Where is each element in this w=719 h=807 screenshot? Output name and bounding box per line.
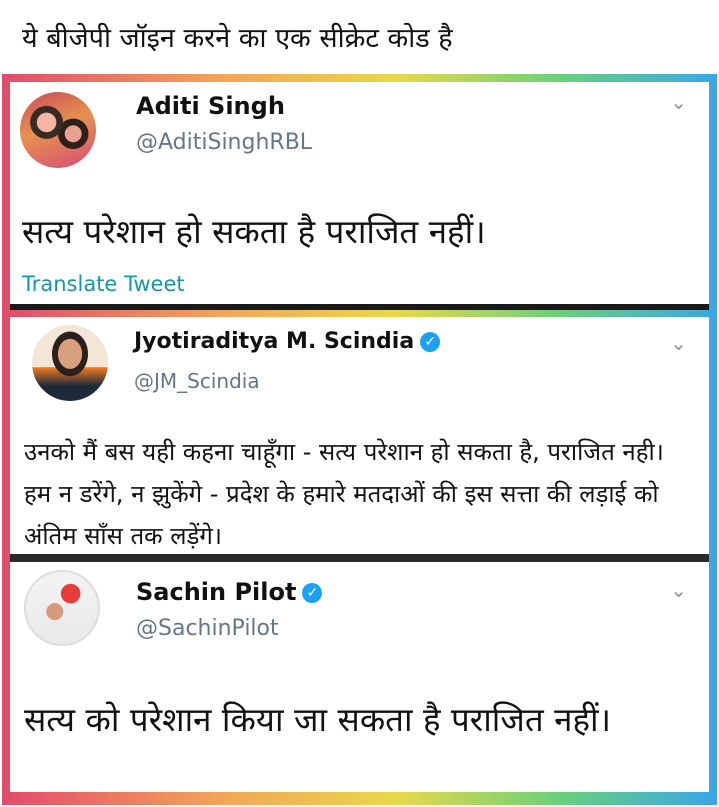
divider bbox=[10, 554, 709, 562]
divider bbox=[10, 304, 709, 310]
user-name-text: Jyotiraditya M. Scindia bbox=[134, 329, 415, 354]
user-name-text: Sachin Pilot bbox=[136, 578, 297, 606]
post-caption: ये बीजेपी जॉइन करने का एक सीक्रेट कोड है bbox=[22, 23, 453, 54]
user-name[interactable]: Aditi Singh bbox=[136, 92, 285, 120]
chevron-down-icon[interactable]: ⌄ bbox=[670, 90, 687, 114]
verified-badge-icon: ✓ bbox=[420, 332, 441, 352]
tweet-text: सत्य परेशान हो सकता है पराजित नहीं। bbox=[22, 212, 486, 251]
tweet-card[interactable]: Sachin Pilot ✓ @SachinPilot ⌄ सत्य को परे… bbox=[10, 562, 709, 792]
user-name[interactable]: Sachin Pilot ✓ bbox=[136, 578, 323, 606]
tweet-card[interactable]: Jyotiraditya M. Scindia ✓ @JM_Scindia ⌄ उ… bbox=[10, 317, 709, 554]
user-handle[interactable]: @SachinPilot bbox=[136, 616, 279, 641]
chevron-down-icon[interactable]: ⌄ bbox=[670, 331, 687, 355]
tweet-text: उनको मैं बस यही कहना चाहूँगा - सत्य परेश… bbox=[24, 438, 664, 550]
user-handle[interactable]: @AditiSinghRBL bbox=[136, 130, 312, 155]
avatar[interactable] bbox=[32, 325, 108, 401]
avatar[interactable] bbox=[24, 570, 100, 646]
avatar[interactable] bbox=[20, 92, 96, 168]
verified-badge-icon: ✓ bbox=[302, 583, 323, 603]
translate-tweet-link[interactable]: Translate Tweet bbox=[22, 272, 185, 296]
tweet-card[interactable]: Aditi Singh @AditiSinghRBL ⌄ सत्य परेशान… bbox=[10, 82, 709, 304]
chevron-down-icon[interactable]: ⌄ bbox=[670, 578, 687, 602]
tweet-text: सत्य को परेशान किया जा सकता है पराजित नह… bbox=[24, 700, 612, 739]
user-handle[interactable]: @JM_Scindia bbox=[134, 369, 260, 393]
user-name[interactable]: Jyotiraditya M. Scindia ✓ bbox=[134, 329, 441, 354]
